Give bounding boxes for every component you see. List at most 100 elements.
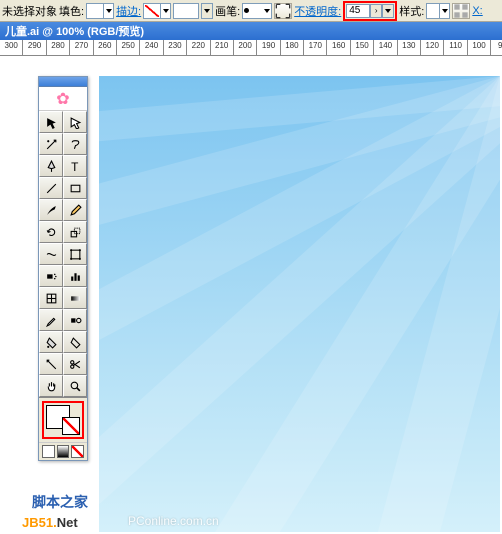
brush-tool[interactable] bbox=[39, 199, 63, 221]
ruler-tick: 140 bbox=[374, 40, 397, 56]
rotate-tool[interactable] bbox=[39, 221, 63, 243]
eyedropper-tool[interactable] bbox=[39, 309, 63, 331]
ruler-tick: 180 bbox=[281, 40, 304, 56]
magic-wand-tool-icon bbox=[45, 138, 58, 151]
zoom-tool-icon bbox=[69, 380, 82, 393]
ruler-tick: 200 bbox=[234, 40, 257, 56]
stroke-weight-dropdown[interactable] bbox=[201, 3, 213, 19]
corners-icon bbox=[275, 3, 291, 19]
rectangle-tool[interactable] bbox=[63, 177, 87, 199]
color-mode-solid[interactable] bbox=[42, 445, 55, 458]
selection-tool-icon bbox=[45, 116, 58, 129]
free-transform-tool[interactable] bbox=[63, 243, 87, 265]
opacity-group-highlighted: › bbox=[343, 1, 397, 21]
symbol-sprayer-tool[interactable] bbox=[39, 265, 63, 287]
svg-text:T: T bbox=[71, 160, 78, 173]
ruler-tick: 160 bbox=[327, 40, 350, 56]
ruler-tick: 150 bbox=[351, 40, 374, 56]
artboard bbox=[99, 76, 500, 532]
live-paint-selection-tool[interactable] bbox=[63, 331, 87, 353]
watermark-text: JB51.Net bbox=[22, 515, 78, 530]
canvas-area[interactable] bbox=[99, 76, 500, 532]
scissors-tool-icon bbox=[69, 358, 82, 371]
selection-tool[interactable] bbox=[39, 111, 63, 133]
warp-tool[interactable] bbox=[39, 243, 63, 265]
scale-tool-icon bbox=[69, 226, 82, 239]
fill-label: 填色: bbox=[59, 3, 84, 19]
grid-icon bbox=[453, 3, 469, 19]
mesh-tool-icon bbox=[45, 292, 58, 305]
eyedropper-tool-icon bbox=[45, 314, 58, 327]
warp-tool-icon bbox=[45, 248, 58, 261]
opacity-input[interactable] bbox=[346, 4, 370, 18]
stroke-swatch[interactable] bbox=[143, 3, 171, 19]
slice-tool[interactable] bbox=[39, 353, 63, 375]
horizontal-ruler: 3002902802702602502402302202102001901801… bbox=[0, 40, 502, 56]
graph-tool-icon bbox=[69, 270, 82, 283]
fill-stroke-control[interactable] bbox=[42, 401, 84, 439]
style-swatch[interactable] bbox=[426, 3, 450, 19]
opacity-label[interactable]: 不透明度: bbox=[294, 3, 341, 19]
tools-panel: ✿ T bbox=[38, 76, 88, 461]
ruler-tick: 120 bbox=[421, 40, 444, 56]
live-paint-tool[interactable] bbox=[39, 331, 63, 353]
brush-dropdown[interactable] bbox=[242, 3, 272, 19]
rotate-tool-icon bbox=[45, 226, 58, 239]
type-tool[interactable]: T bbox=[63, 155, 87, 177]
opacity-stepper[interactable]: › bbox=[370, 4, 382, 18]
ruler-tick: 170 bbox=[304, 40, 327, 56]
ruler-tick: 130 bbox=[398, 40, 421, 56]
stroke-label[interactable]: 描边: bbox=[116, 3, 141, 19]
zoom-tool[interactable] bbox=[63, 375, 87, 397]
ruler-tick: 300 bbox=[0, 40, 23, 56]
ruler-tick: 100 bbox=[468, 40, 491, 56]
style-label: 样式: bbox=[399, 3, 424, 19]
lasso-tool-icon bbox=[69, 138, 82, 151]
type-tool-icon: T bbox=[69, 160, 82, 173]
pen-tool[interactable] bbox=[39, 155, 63, 177]
direct-selection-tool[interactable] bbox=[63, 111, 87, 133]
ruler-tick: 190 bbox=[257, 40, 280, 56]
mesh-tool[interactable] bbox=[39, 287, 63, 309]
opacity-dropdown[interactable] bbox=[382, 4, 394, 18]
hand-tool[interactable] bbox=[39, 375, 63, 397]
scissors-tool[interactable] bbox=[63, 353, 87, 375]
scale-tool[interactable] bbox=[63, 221, 87, 243]
ruler-tick: 210 bbox=[211, 40, 234, 56]
stroke-weight-input[interactable] bbox=[173, 3, 199, 19]
symbol-sprayer-tool-icon bbox=[45, 270, 58, 283]
fill-swatch[interactable] bbox=[86, 3, 114, 19]
brush-tool-icon bbox=[45, 204, 58, 217]
color-mode-gradient[interactable] bbox=[57, 445, 70, 458]
recolor-button[interactable] bbox=[452, 3, 470, 19]
color-mode-none[interactable] bbox=[71, 445, 84, 458]
graph-tool[interactable] bbox=[63, 265, 87, 287]
isolate-group-button[interactable] bbox=[274, 3, 292, 19]
lasso-tool[interactable] bbox=[63, 133, 87, 155]
ruler-tick: 220 bbox=[187, 40, 210, 56]
tool-grid: T bbox=[39, 111, 87, 397]
chevron-down-icon[interactable] bbox=[439, 4, 449, 18]
panel-drag-handle[interactable] bbox=[39, 77, 87, 87]
ruler-tick: 250 bbox=[117, 40, 140, 56]
workspace: ✿ T bbox=[0, 56, 502, 534]
blend-tool[interactable] bbox=[63, 309, 87, 331]
chevron-down-icon[interactable] bbox=[160, 4, 170, 18]
color-mode-row bbox=[39, 442, 87, 460]
gradient-tool[interactable] bbox=[63, 287, 87, 309]
ruler-tick: 240 bbox=[140, 40, 163, 56]
ruler-tick: 260 bbox=[94, 40, 117, 56]
x-label[interactable]: X: bbox=[472, 5, 482, 17]
panel-logo: ✿ bbox=[39, 87, 87, 111]
document-title: 儿童.ai @ 100% (RGB/预览) bbox=[5, 23, 144, 39]
rectangle-tool-icon bbox=[69, 182, 82, 195]
properties-bar: 未选择对象 填色: 描边: 画笔: 不透明度: › 样式: X: bbox=[0, 0, 502, 22]
brush-label: 画笔: bbox=[215, 3, 240, 19]
stroke-color-swatch[interactable] bbox=[62, 417, 80, 435]
pencil-tool-icon bbox=[69, 204, 82, 217]
line-tool[interactable] bbox=[39, 177, 63, 199]
magic-wand-tool[interactable] bbox=[39, 133, 63, 155]
chevron-down-icon[interactable] bbox=[103, 4, 113, 18]
pencil-tool[interactable] bbox=[63, 199, 87, 221]
brush-dot-icon bbox=[244, 8, 249, 13]
